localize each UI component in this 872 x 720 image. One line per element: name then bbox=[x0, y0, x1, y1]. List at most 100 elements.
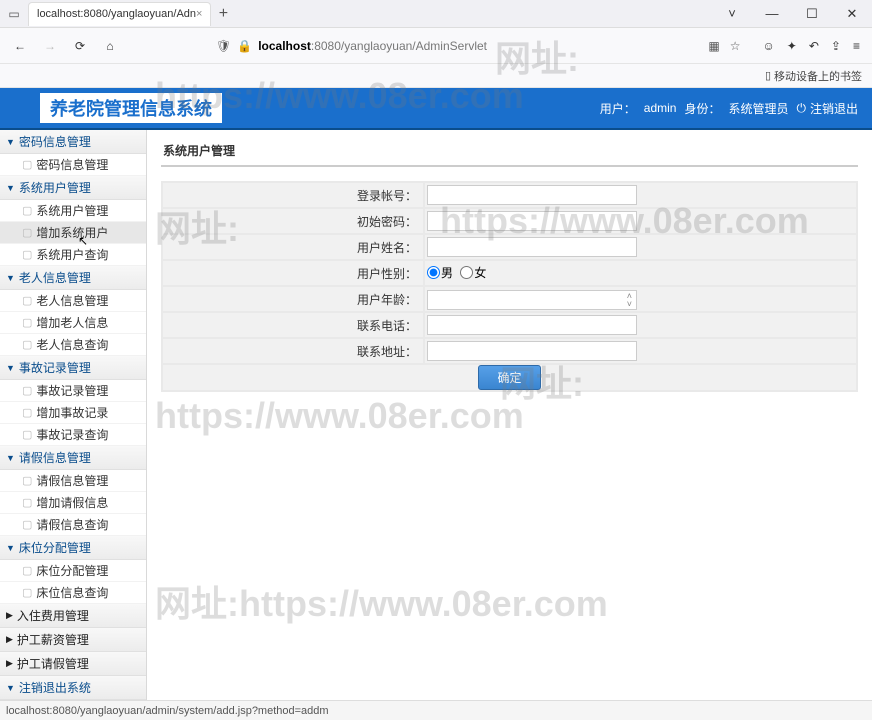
status-bar: localhost:8080/yanglaoyuan/admin/system/… bbox=[0, 700, 872, 720]
power-icon: ⏻ bbox=[796, 101, 806, 116]
close-icon[interactable]: × bbox=[196, 8, 202, 20]
file-icon: ▢ bbox=[22, 204, 32, 217]
file-icon: ▢ bbox=[22, 564, 32, 577]
phone-icon: ▯ bbox=[765, 69, 771, 82]
star-icon[interactable]: ☆ bbox=[730, 39, 741, 53]
file-icon: ▢ bbox=[22, 406, 32, 419]
qr-icon[interactable]: ▦ bbox=[708, 39, 719, 53]
file-icon: ▢ bbox=[22, 496, 32, 509]
file-icon: ▢ bbox=[22, 316, 32, 329]
maximize-icon[interactable]: ☐ bbox=[792, 0, 832, 28]
sidebar-item[interactable]: ▢床位信息查询 bbox=[0, 582, 146, 604]
chevron-down-icon: ▼ bbox=[6, 453, 15, 463]
menu-group-title: 请假信息管理 bbox=[19, 449, 91, 466]
content-area: 系统用户管理 登录帐号： 初始密码： 用户姓名： 用户性别： 男 女 bbox=[147, 130, 872, 700]
user-label: 用户： bbox=[600, 100, 636, 117]
home-icon[interactable]: ⌂ bbox=[98, 34, 122, 58]
chevron-right-icon: ▶ bbox=[6, 658, 13, 669]
new-tab-button[interactable]: + bbox=[211, 5, 235, 23]
file-icon: ▢ bbox=[22, 294, 32, 307]
sidebar-item-label: 请假信息查询 bbox=[36, 516, 108, 533]
submit-button[interactable]: 确定 bbox=[478, 365, 540, 390]
url-bar[interactable]: 🛡 🔒 localhost:8080/yanglaoyuan/AdminServ… bbox=[208, 32, 568, 60]
menu-group-title: 老人信息管理 bbox=[19, 269, 91, 286]
gender-female-option[interactable]: 女 bbox=[460, 264, 486, 281]
account-icon[interactable]: ☺ bbox=[763, 39, 775, 53]
label-address: 联系地址： bbox=[163, 339, 423, 363]
address-input[interactable] bbox=[427, 341, 637, 361]
sidebar-item-label: 增加事故记录 bbox=[36, 404, 108, 421]
menu-group-title: 密码信息管理 bbox=[19, 133, 91, 150]
gender-male-radio[interactable] bbox=[427, 266, 440, 279]
chevron-down-icon[interactable]: ˅ bbox=[712, 0, 752, 28]
sidebar-item[interactable]: ▢增加老人信息 bbox=[0, 312, 146, 334]
sidebar: ▼密码信息管理▢密码信息管理▼系统用户管理▢系统用户管理▢增加系统用户↖▢系统用… bbox=[0, 130, 147, 700]
chevron-down-icon: ▼ bbox=[6, 137, 15, 147]
undo-icon[interactable]: ↶ bbox=[809, 39, 819, 53]
file-icon: ▢ bbox=[22, 474, 32, 487]
gender-male-option[interactable]: 男 bbox=[427, 264, 453, 281]
sidebar-item-label: 老人信息管理 bbox=[36, 292, 108, 309]
sidebar-item[interactable]: ▢ 老人信息管理 bbox=[0, 290, 146, 312]
logout-button[interactable]: ⏻ 注销退出 bbox=[796, 100, 858, 117]
menu-icon[interactable]: ≡ bbox=[853, 39, 860, 53]
sidebar-item[interactable]: ▢请假信息管理 bbox=[0, 470, 146, 492]
age-stepper[interactable]: ˄˅ bbox=[427, 290, 637, 310]
sidebar-item[interactable]: ▢事故记录查询 bbox=[0, 424, 146, 446]
browser-toolbar: ← → ⟳ ⌂ 🛡 🔒 localhost:8080/yanglaoyuan/A… bbox=[0, 28, 872, 64]
menu-group-title: 护工薪资管理 bbox=[17, 631, 89, 648]
recent-tabs-icon[interactable]: ▭ bbox=[0, 7, 28, 21]
app-logo: 养老院管理信息系统 bbox=[40, 93, 222, 123]
menu-group-header[interactable]: ▼事故记录管理 bbox=[0, 356, 146, 380]
menu-group-header[interactable]: ▼注销退出系统 bbox=[0, 676, 146, 700]
reload-icon[interactable]: ⟳ bbox=[68, 34, 92, 58]
user-form: 登录帐号： 初始密码： 用户姓名： 用户性别： 男 女 用户年龄： ˄˅ bbox=[161, 181, 858, 392]
browser-tab[interactable]: localhost:8080/yanglaoyuan/Adn × bbox=[28, 2, 211, 26]
menu-group-header[interactable]: ▼ 密码信息管理 bbox=[0, 130, 146, 154]
name-input[interactable] bbox=[427, 237, 637, 257]
password-input[interactable] bbox=[427, 211, 637, 231]
minimize-icon[interactable]: — bbox=[752, 0, 792, 28]
menu-group-header[interactable]: ▼ 老人信息管理 bbox=[0, 266, 146, 290]
page-title: 系统用户管理 bbox=[161, 140, 858, 167]
shield-icon: 🛡 bbox=[216, 39, 231, 53]
menu-group-header[interactable]: ▶ 护工薪资管理 bbox=[0, 628, 146, 652]
menu-group-header[interactable]: ▼床位分配管理 bbox=[0, 536, 146, 560]
sidebar-item[interactable]: ▢老人信息查询 bbox=[0, 334, 146, 356]
chevron-down-icon: ▼ bbox=[6, 543, 15, 553]
sidebar-item[interactable]: ▢事故记录管理 bbox=[0, 380, 146, 402]
chevron-right-icon: ▶ bbox=[6, 634, 13, 645]
sidebar-item[interactable]: ▢系统用户查询 bbox=[0, 244, 146, 266]
role-value: 系统管理员 bbox=[728, 100, 788, 117]
sidebar-item[interactable]: ▢ 密码信息管理 bbox=[0, 154, 146, 176]
phone-input[interactable] bbox=[427, 315, 637, 335]
extension-icon[interactable]: ✦ bbox=[787, 39, 797, 53]
sidebar-item[interactable]: ▢系统用户管理 bbox=[0, 200, 146, 222]
sidebar-item-label: 系统用户查询 bbox=[36, 246, 108, 263]
sidebar-item[interactable]: ▢增加请假信息 bbox=[0, 492, 146, 514]
menu-group-header[interactable]: ▶入住费用管理 bbox=[0, 604, 146, 628]
menu-group-header[interactable]: ▼ 请假信息管理 bbox=[0, 446, 146, 470]
download-icon[interactable]: ⇪ bbox=[831, 39, 841, 53]
file-icon: ▢ bbox=[22, 518, 32, 531]
menu-group-title: 注销退出系统 bbox=[19, 679, 91, 696]
file-icon: ▢ bbox=[22, 158, 32, 171]
sidebar-item[interactable]: ▢ 请假信息查询 bbox=[0, 514, 146, 536]
forward-icon[interactable]: → bbox=[38, 34, 62, 58]
login-input[interactable] bbox=[427, 185, 637, 205]
menu-group-header[interactable]: ▼系统用户管理 bbox=[0, 176, 146, 200]
back-icon[interactable]: ← bbox=[8, 34, 32, 58]
label-phone: 联系电话： bbox=[163, 313, 423, 337]
sidebar-item[interactable]: ▢ 增加事故记录 bbox=[0, 402, 146, 424]
menu-group-header[interactable]: ▶护工请假管理 bbox=[0, 652, 146, 676]
sidebar-item-label: 密码信息管理 bbox=[36, 156, 108, 173]
gender-female-radio[interactable] bbox=[460, 266, 473, 279]
chevron-down-icon: ▼ bbox=[6, 273, 15, 283]
sidebar-item[interactable]: ▢增加系统用户↖ bbox=[0, 222, 146, 244]
stepper-arrows-icon[interactable]: ˄˅ bbox=[627, 292, 632, 308]
sidebar-item[interactable]: ▢床位分配管理 bbox=[0, 560, 146, 582]
status-text: localhost:8080/yanglaoyuan/admin/system/… bbox=[6, 705, 329, 717]
bookmark-mobile[interactable]: ▯ 移动设备上的书签 bbox=[765, 68, 862, 84]
sidebar-item-label: 增加系统用户 bbox=[36, 224, 108, 241]
close-window-icon[interactable]: ✕ bbox=[832, 0, 872, 28]
